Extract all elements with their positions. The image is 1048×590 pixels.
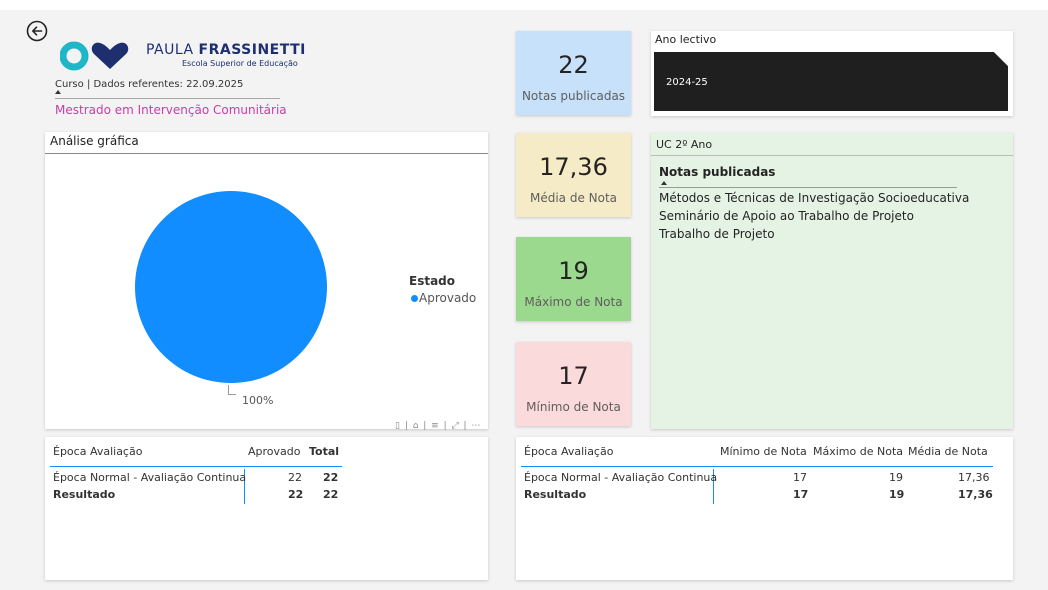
kpi-label: Média de Nota: [529, 191, 618, 205]
uc-column-header[interactable]: Notas publicadas: [659, 165, 775, 179]
brand-name: PAULA FRASSINETTI: [146, 42, 306, 58]
total-label: Resultado: [524, 488, 587, 501]
total-cell: 19: [889, 488, 905, 501]
table-notas: Época Avaliação Mínimo de Nota Máximo de…: [516, 437, 1013, 580]
column-header[interactable]: Média de Nota: [908, 445, 988, 458]
total-cell: 17,36: [958, 488, 993, 501]
header-rule: [50, 466, 342, 467]
kpi-minimo-nota: 17 Mínimo de Nota: [516, 342, 631, 426]
column-header[interactable]: Máximo de Nota: [813, 445, 903, 458]
table-cell: 17: [793, 471, 807, 484]
table-cell: Época Normal - Avaliação Continua: [53, 471, 247, 484]
kpi-value: 22: [558, 51, 589, 79]
ano-lectivo-slicer: Ano lectivo 2024-25: [651, 31, 1013, 116]
table-cell: 19: [889, 471, 903, 484]
chart-panel-title: Análise gráfica: [50, 134, 139, 148]
header-rule: [521, 466, 993, 467]
slicer-title: Ano lectivo: [655, 33, 717, 46]
table-aprovados: Época Avaliação Aprovado Total Época Nor…: [45, 437, 488, 580]
kpi-label: Máximo de Nota: [524, 295, 623, 309]
table-cell: 22: [288, 471, 302, 484]
back-button[interactable]: [26, 20, 48, 42]
kpi-notas-publicadas: 22 Notas publicadas: [516, 31, 631, 115]
total-cell: 22: [323, 488, 339, 501]
top-strip: [0, 0, 1048, 10]
sort-caret-icon[interactable]: [661, 181, 667, 185]
total-cell: 17: [793, 488, 809, 501]
brand-logo-icon: [59, 41, 129, 71]
column-header[interactable]: Época Avaliação: [53, 445, 142, 458]
kpi-label: Mínimo de Nota: [526, 400, 621, 414]
data-label-leader: [228, 385, 236, 395]
slicer-selected-value: 2024-25: [666, 77, 708, 88]
table-cell: Época Normal - Avaliação Continua: [524, 471, 718, 484]
uc-panel: UC 2º Ano Notas publicadas Métodos e Téc…: [651, 133, 1013, 429]
chart-panel: Análise gráfica 100% Estado Aprovado ▯ |…: [45, 132, 488, 431]
slicer-dropdown[interactable]: 2024-25: [654, 52, 1008, 111]
visual-toolbar[interactable]: ▯ | ⌂ | ≡ | ⤢ | ⋯: [395, 421, 481, 431]
column-header[interactable]: Aprovado: [248, 445, 300, 458]
divider: [55, 98, 280, 99]
brand-subtitle: Escola Superior de Educação: [182, 59, 298, 68]
list-item[interactable]: Seminário de Apoio ao Trabalho de Projet…: [659, 209, 914, 223]
kpi-media-nota: 17,36 Média de Nota: [516, 133, 631, 217]
logo: [59, 36, 130, 76]
kpi-value: 19: [558, 257, 589, 285]
table-cell: 17,36: [958, 471, 990, 484]
legend-title: Estado: [409, 274, 456, 288]
course-filter-label: Curso | Dados referentes: 22.09.2025: [55, 79, 244, 90]
table-cell: 22: [323, 471, 339, 484]
total-label: Resultado: [53, 488, 116, 501]
list-item[interactable]: Métodos e Técnicas de Investigação Socio…: [659, 191, 969, 205]
column-header[interactable]: Mínimo de Nota: [720, 445, 807, 458]
kpi-maximo-nota: 19 Máximo de Nota: [516, 237, 631, 321]
kpi-value: 17: [558, 362, 589, 390]
column-header[interactable]: Época Avaliação: [524, 445, 613, 458]
list-item[interactable]: Trabalho de Projeto: [659, 227, 775, 241]
pie-data-label: 100%: [242, 394, 274, 407]
arrow-left-circle-icon: [26, 20, 48, 42]
divider: [659, 187, 957, 188]
uc-panel-title: UC 2º Ano: [656, 138, 713, 151]
kpi-value: 17,36: [539, 153, 608, 181]
total-cell: 22: [288, 488, 304, 501]
divider: [45, 153, 488, 154]
divider: [651, 155, 1013, 156]
pie-slice-aprovado[interactable]: [135, 191, 327, 383]
kpi-label: Notas publicadas: [521, 89, 626, 103]
course-value[interactable]: Mestrado em Intervenção Comunitária: [55, 103, 287, 117]
sort-caret-icon[interactable]: [55, 90, 61, 94]
column-header[interactable]: Total: [309, 445, 339, 458]
legend-marker: [411, 295, 418, 302]
legend-item-aprovado[interactable]: Aprovado: [419, 291, 476, 305]
